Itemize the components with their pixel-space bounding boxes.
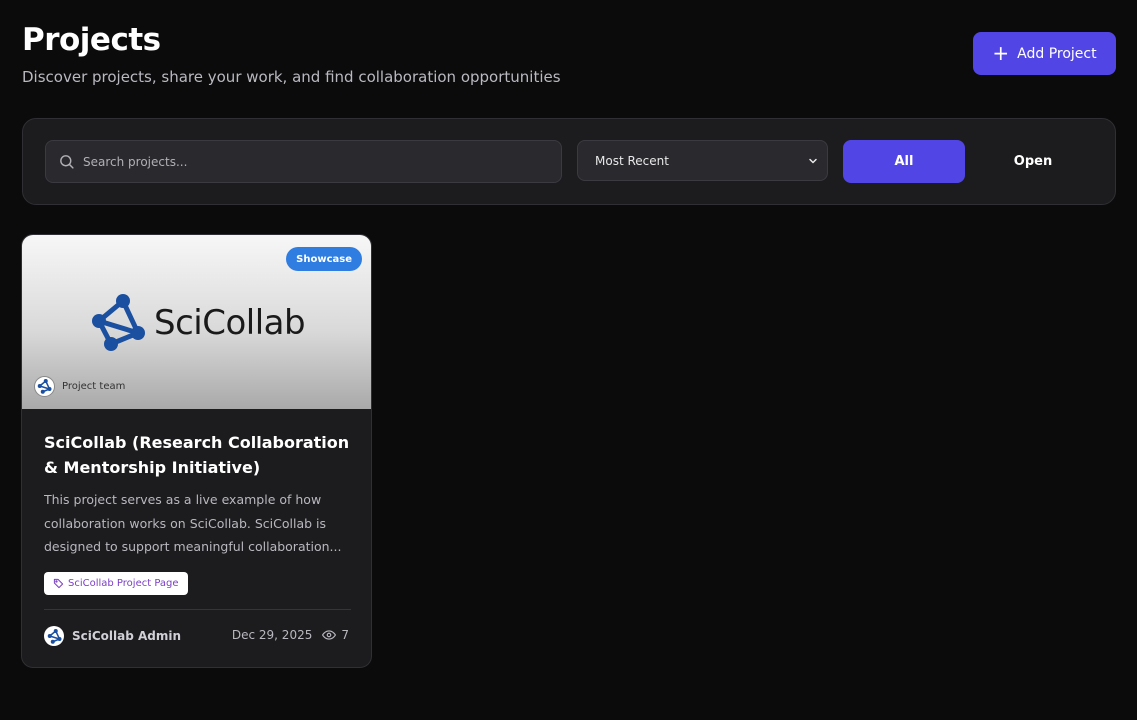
logo-text: SciCollab	[154, 303, 306, 343]
search-box[interactable]	[45, 140, 562, 183]
project-card[interactable]: Showcase SciCollab Project team SciColla…	[21, 234, 372, 668]
page-header: Projects Discover projects, share your w…	[22, 22, 561, 87]
plus-icon: +	[992, 40, 1010, 65]
filter-tab-open[interactable]: Open	[973, 140, 1093, 183]
page-subtitle: Discover projects, share your work, and …	[22, 68, 561, 86]
project-team[interactable]: Project team	[34, 376, 125, 397]
team-label: Project team	[62, 381, 126, 392]
filter-tab-all[interactable]: All	[843, 140, 965, 183]
filter-bar: Most Recent All Open	[22, 118, 1116, 205]
page-title: Projects	[22, 22, 161, 58]
tag-icon	[53, 578, 64, 589]
author-name: SciCollab Admin	[72, 629, 182, 643]
search-icon	[60, 155, 74, 169]
card-divider	[44, 609, 351, 610]
scicollab-logo: SciCollab	[90, 293, 306, 353]
author-avatar-icon	[44, 626, 64, 646]
showcase-badge: Showcase	[286, 247, 362, 271]
project-cover-image: Showcase SciCollab Project team	[22, 235, 371, 409]
view-count: 7	[341, 628, 349, 642]
project-author[interactable]: SciCollab Admin	[44, 626, 181, 646]
project-title[interactable]: SciCollab (Research Collaboration & Ment…	[44, 430, 354, 480]
network-logo-icon	[92, 294, 145, 351]
project-views: 7	[322, 628, 349, 642]
team-avatar-icon	[34, 376, 55, 397]
project-tag-label: SciCollab Project Page	[68, 578, 179, 589]
sort-select[interactable]: Most Recent	[577, 140, 828, 181]
project-meta: Dec 29, 2025 7	[232, 628, 349, 642]
add-project-label: Add Project	[1017, 45, 1097, 62]
project-date: Dec 29, 2025	[231, 628, 313, 642]
add-project-button[interactable]: + Add Project	[973, 32, 1116, 75]
project-description: This project serves as a live example of…	[44, 492, 342, 554]
chevron-down-icon	[809, 158, 817, 163]
sort-selected-value: Most Recent	[595, 153, 669, 168]
eye-icon	[322, 630, 337, 640]
project-tag[interactable]: SciCollab Project Page	[44, 572, 188, 595]
search-input[interactable]	[83, 154, 543, 169]
